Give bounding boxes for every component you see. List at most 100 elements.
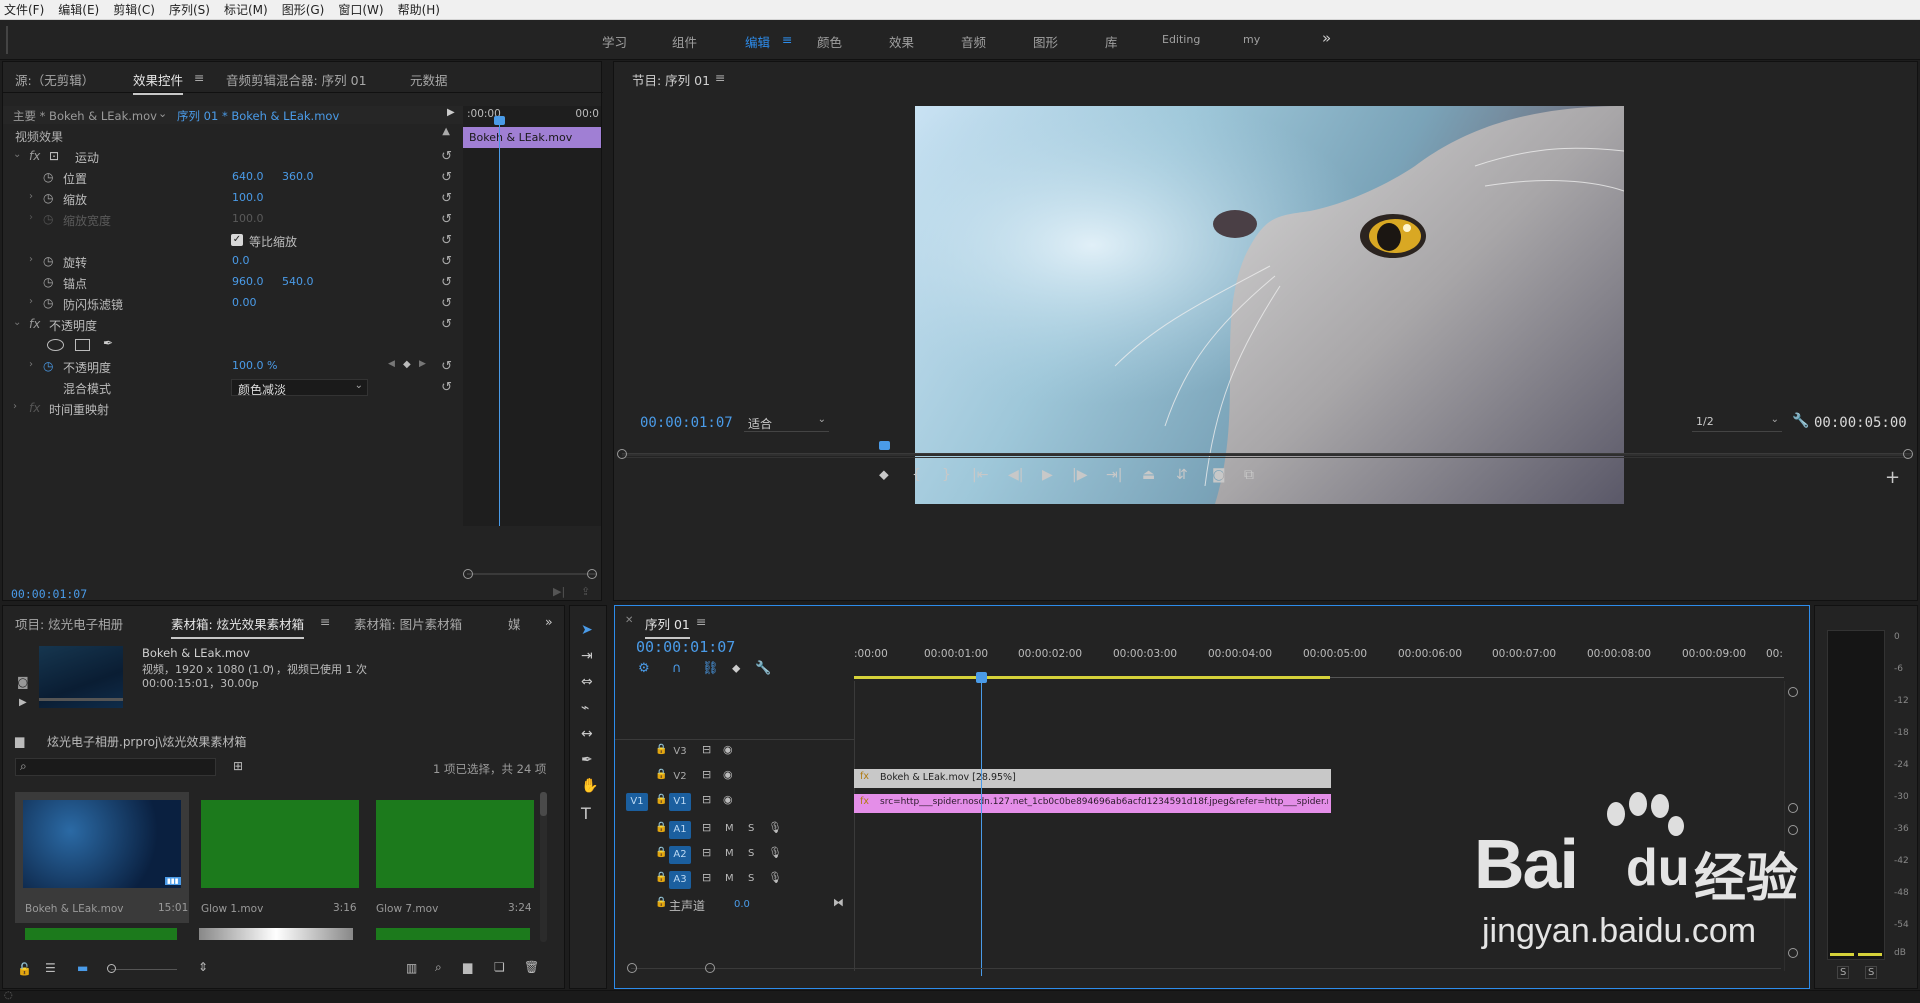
chevron-down-icon[interactable]: ⌄ <box>266 660 274 671</box>
tab-source[interactable]: 源:（无剪辑） <box>15 70 94 89</box>
menu-edit[interactable]: 编辑(E) <box>58 1 99 18</box>
chevron-expanded-icon[interactable]: ⌄ <box>13 149 21 160</box>
menu-window[interactable]: 窗口(W) <box>338 1 383 18</box>
rotation-value[interactable]: 0.0 <box>232 254 250 267</box>
clip-bar[interactable]: Bokeh & LEak.mov <box>463 127 601 148</box>
compare-icon[interactable]: ⧉ <box>1244 467 1254 483</box>
list-view-icon[interactable]: ☰ <box>45 961 56 975</box>
trash-icon[interactable]: 🗑 <box>524 960 539 974</box>
preview-thumbnail[interactable] <box>39 646 123 708</box>
bin-item[interactable]: Glow 7.mov 3:24 <box>372 792 546 923</box>
lock-icon[interactable]: 🔒 <box>655 794 667 805</box>
chevron-right-icon[interactable]: › <box>29 296 33 307</box>
ws-overflow-icon[interactable]: » <box>1322 29 1331 47</box>
go-to-out-icon[interactable]: ⇥| <box>1106 467 1122 483</box>
master-clip-label[interactable]: 主要 * Bokeh & LEak.mov <box>13 108 157 124</box>
prev-keyframe-icon[interactable]: ◀ <box>388 359 395 369</box>
extract-icon[interactable]: ⇵ <box>1176 467 1188 483</box>
chevron-right-icon[interactable]: › <box>13 401 17 412</box>
find-icon[interactable]: ⌕ <box>435 960 442 975</box>
zoom-handle-left[interactable] <box>627 963 637 973</box>
tab-bin-images[interactable]: 素材箱: 图片素材箱 <box>354 614 462 633</box>
sync-lock-icon[interactable]: ⊟ <box>702 821 711 834</box>
timeline-timecode[interactable]: 00:00:01:07 <box>636 638 735 656</box>
program-playhead[interactable] <box>879 441 890 450</box>
source-patch-v1[interactable]: V1 <box>626 793 648 811</box>
play-icon[interactable]: ▶ <box>1042 467 1053 483</box>
rect-mask-icon[interactable] <box>75 339 90 351</box>
work-area-bar[interactable] <box>854 676 1330 679</box>
pen-tool-icon[interactable]: ✒ <box>581 752 593 768</box>
track-label[interactable]: A1 <box>669 821 691 839</box>
track-select-icon[interactable]: ⇥ <box>581 648 593 664</box>
ws-editing[interactable]: 编辑 <box>745 32 770 51</box>
reset-icon[interactable]: ↺ <box>441 317 452 332</box>
mic-icon[interactable]: 🎙 <box>768 871 782 884</box>
sync-lock-icon[interactable]: ⊟ <box>702 846 711 859</box>
step-back-icon[interactable]: ◀| <box>1008 467 1023 483</box>
bin-item-selected[interactable]: ▮▮▮ Bokeh & LEak.mov 15:01 <box>15 792 189 923</box>
step-forward-icon[interactable]: |▶ <box>1072 467 1087 483</box>
tab-metadata[interactable]: 元数据 <box>410 70 448 89</box>
transform-icon[interactable]: ⊡ <box>49 149 59 163</box>
ws-effects[interactable]: 效果 <box>889 32 914 51</box>
zoom-handle-left[interactable] <box>617 449 627 459</box>
a-scroll-handle[interactable] <box>1788 948 1798 958</box>
sort-icon[interactable]: ⇕ <box>198 960 208 974</box>
fx-icon[interactable]: fx <box>29 149 40 163</box>
icon-view-icon[interactable]: ▬ <box>77 961 88 975</box>
track-label[interactable]: V3 <box>669 743 691 761</box>
row-opacity-group[interactable]: ⌄ fx 不透明度 ↺ <box>3 314 460 335</box>
reset-icon[interactable]: ↺ <box>441 149 452 164</box>
solo-right-button[interactable]: S <box>1865 966 1878 979</box>
zoom-handle-left[interactable] <box>463 569 473 579</box>
flicker-value[interactable]: 0.00 <box>232 296 257 309</box>
poster-frame-icon[interactable]: ◙ <box>17 675 29 689</box>
zoom-slider-handle[interactable] <box>107 964 116 973</box>
anchor-y-value[interactable]: 540.0 <box>282 275 314 288</box>
mute-button[interactable]: M <box>725 848 734 859</box>
sequence-clip-label[interactable]: 序列 01 * Bokeh & LEak.mov <box>177 108 339 124</box>
lock-icon[interactable]: 🔒 <box>655 872 667 883</box>
clip-v1[interactable]: fx src=http___spider.nosdn.127.net_1cb0c… <box>854 794 1331 813</box>
ws-menu-icon[interactable]: ≡ <box>782 32 792 47</box>
track-label[interactable]: V1 <box>669 793 691 811</box>
program-ruler[interactable] <box>622 445 1912 458</box>
tab-effect-controls[interactable]: 效果控件 <box>133 70 184 95</box>
anchor-x-value[interactable]: 960.0 <box>232 275 264 288</box>
sync-lock-icon[interactable]: ⊟ <box>702 871 711 884</box>
close-icon[interactable]: ✕ <box>625 615 633 626</box>
ripple-edit-icon[interactable]: ⇔ <box>581 674 593 690</box>
mute-button[interactable]: M <box>725 823 734 834</box>
blend-mode-select[interactable]: 颜色减淡 ⌄ <box>231 379 368 397</box>
panel-menu-icon[interactable]: ≡ <box>715 70 725 85</box>
search-input[interactable]: ⌕ <box>15 758 216 776</box>
ws-color[interactable]: 颜色 <box>817 32 842 51</box>
clip-v2[interactable]: fx Bokeh & LEak.mov [28.95%] <box>854 769 1331 788</box>
track-label[interactable]: A2 <box>669 846 691 864</box>
v-scroll-handle[interactable] <box>1788 803 1798 813</box>
next-keyframe-icon[interactable]: ▶ <box>419 359 426 369</box>
chevron-expanded-icon[interactable]: ⌄ <box>13 317 21 328</box>
mic-icon[interactable]: 🎙 <box>768 846 782 859</box>
overflow-icon[interactable]: » <box>545 614 553 629</box>
export-icon[interactable]: ⇪ <box>581 585 590 598</box>
reset-icon[interactable]: ↺ <box>441 254 452 269</box>
type-tool-icon[interactable]: T <box>581 804 591 823</box>
razor-icon[interactable]: ⌁ <box>581 700 589 716</box>
menu-markers[interactable]: 标记(M) <box>224 1 268 18</box>
snap-icon[interactable]: ∩ <box>672 661 682 676</box>
reset-icon[interactable]: ↺ <box>441 191 452 206</box>
play-triangle-icon[interactable]: ▶ <box>447 107 455 118</box>
row-motion[interactable]: ⌄ fx ⊡ 运动 ↺ <box>3 146 460 167</box>
play-only-audio-icon[interactable]: ▶| <box>553 585 565 598</box>
reset-icon[interactable]: ↺ <box>441 275 452 290</box>
ws-custom-editing[interactable]: Editing <box>1162 33 1200 46</box>
sync-lock-icon[interactable]: ⊟ <box>702 793 711 806</box>
ws-learn[interactable]: 学习 <box>602 32 627 51</box>
bin-item[interactable]: Glow 1.mov 3:16 <box>197 792 371 923</box>
quality-select[interactable]: 1/2 ⌄ <box>1692 414 1782 432</box>
tab-menu-icon[interactable]: ≡ <box>194 70 204 85</box>
uniform-scale-checkbox[interactable]: ✓ <box>231 234 243 246</box>
playhead-line[interactable] <box>499 116 500 526</box>
